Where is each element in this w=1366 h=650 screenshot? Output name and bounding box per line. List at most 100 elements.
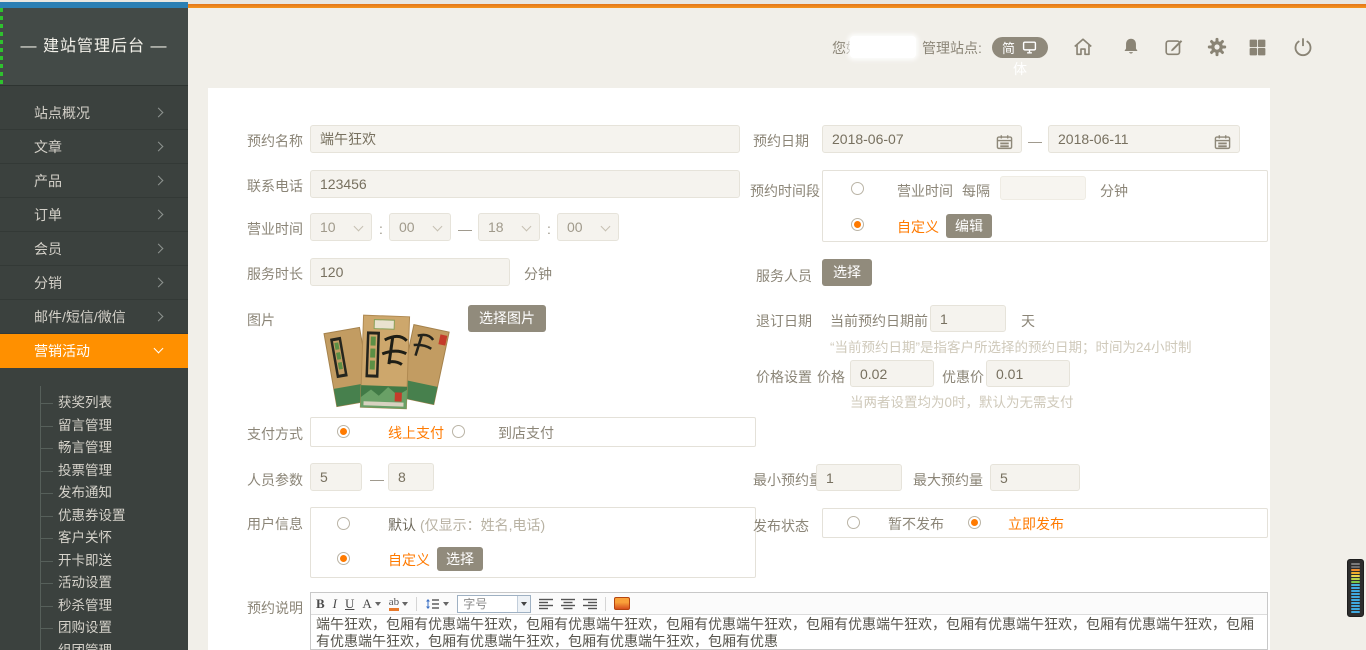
- publish-later-radio[interactable]: [847, 516, 860, 529]
- sidebar-menu-item[interactable]: 营销活动: [0, 334, 188, 368]
- insert-image-button[interactable]: [614, 597, 630, 610]
- name-input[interactable]: [310, 125, 740, 153]
- timeslot-custom-label[interactable]: 自定义: [897, 217, 939, 237]
- hours-from-hour-select[interactable]: 10: [310, 213, 372, 241]
- line-height-button[interactable]: [425, 595, 449, 613]
- publish-now-radio[interactable]: [968, 516, 981, 529]
- payment-online-label[interactable]: 线上支付: [388, 423, 444, 443]
- hours-from-minute-select[interactable]: 00: [389, 213, 451, 241]
- highlight-button[interactable]: ab: [389, 595, 408, 613]
- duration-input[interactable]: [310, 258, 510, 286]
- people-max-input[interactable]: [388, 463, 434, 491]
- sidebar-submenu-item[interactable]: 发布通知: [0, 482, 188, 505]
- bell-icon[interactable]: [1120, 36, 1142, 58]
- sidebar-submenu-item[interactable]: 团购设置: [0, 617, 188, 640]
- sidebar-menu-item-label: 订单: [34, 207, 62, 223]
- sidebar-menu-item[interactable]: 站点概况: [0, 96, 188, 130]
- sidebar-menu-item[interactable]: 文章: [0, 130, 188, 164]
- power-icon[interactable]: [1292, 36, 1314, 58]
- calendar-icon[interactable]: [996, 132, 1013, 148]
- field-label-date: 预约日期: [753, 131, 809, 151]
- booking-min-input[interactable]: [816, 464, 902, 491]
- hours-from-hour-value: 10: [320, 219, 336, 235]
- timeslot-business-label[interactable]: 营业时间: [897, 181, 953, 201]
- date-to-input[interactable]: 2018-06-11: [1048, 125, 1240, 153]
- userinfo-custom-label[interactable]: 自定义: [388, 550, 430, 570]
- apps-grid-icon[interactable]: [1247, 37, 1269, 59]
- staff-select-button[interactable]: 选择: [822, 259, 872, 286]
- sidebar-menu-item[interactable]: 会员: [0, 232, 188, 266]
- compose-icon[interactable]: [1163, 36, 1185, 58]
- sidebar-menu-item[interactable]: 分销: [0, 266, 188, 300]
- sidebar-submenu-item[interactable]: 获奖列表: [0, 392, 188, 415]
- sidebar-menu-item[interactable]: 订单: [0, 198, 188, 232]
- hours-to-minute-select[interactable]: 00: [557, 213, 619, 241]
- font-size-select[interactable]: 字号: [457, 595, 531, 613]
- volume-widget-stripe: [1351, 581, 1360, 583]
- sidebar-menu-item-label: 会员: [34, 241, 62, 257]
- hours-to-hour-select[interactable]: 18: [478, 213, 540, 241]
- monitor-icon: [1022, 41, 1037, 54]
- align-center-button[interactable]: [561, 595, 575, 613]
- field-label-name: 预约名称: [247, 131, 303, 151]
- toolbar-divider: [416, 597, 417, 611]
- timeslot-interval-input[interactable]: [1000, 176, 1086, 200]
- sidebar-submenu-item[interactable]: 留言管理: [0, 415, 188, 438]
- userinfo-select-button[interactable]: 选择: [437, 547, 483, 571]
- volume-widget-stripe: [1351, 587, 1360, 589]
- align-left-button[interactable]: [539, 595, 553, 613]
- sidebar-submenu-item-label: 优惠券设置: [58, 508, 126, 523]
- volume-widget-stripe: [1351, 572, 1360, 574]
- site-manage-label: 管理站点:: [922, 38, 982, 58]
- publish-now-label[interactable]: 立即发布: [1008, 514, 1064, 534]
- sidebar-submenu-item[interactable]: 投票管理: [0, 460, 188, 483]
- choose-image-button[interactable]: 选择图片: [468, 305, 546, 332]
- discount-label: 优惠价: [942, 367, 984, 387]
- timeslot-business-radio[interactable]: [851, 182, 864, 195]
- people-min-input[interactable]: [310, 463, 362, 491]
- payment-online-radio[interactable]: [337, 425, 350, 438]
- publish-later-label[interactable]: 暂不发布: [888, 514, 944, 534]
- sidebar-menu-item[interactable]: 邮件/短信/微信: [0, 300, 188, 334]
- timeslot-custom-radio[interactable]: [851, 218, 864, 231]
- volume-widget-stripe: [1351, 611, 1360, 613]
- calendar-icon[interactable]: [1214, 132, 1231, 148]
- sidebar-submenu-item[interactable]: 秒杀管理: [0, 595, 188, 618]
- booking-max-input[interactable]: [990, 464, 1080, 491]
- sidebar-submenu-item[interactable]: 畅言管理: [0, 437, 188, 460]
- font-color-button[interactable]: A: [362, 595, 380, 613]
- volume-widget[interactable]: [1347, 559, 1364, 617]
- settings-gear-icon[interactable]: [1206, 36, 1228, 58]
- volume-widget-stripe: [1351, 563, 1360, 565]
- userinfo-custom-radio[interactable]: [337, 552, 350, 565]
- phone-input[interactable]: [310, 170, 740, 198]
- sidebar-submenu-item[interactable]: 优惠券设置: [0, 505, 188, 528]
- product-image-thumbnail: [316, 306, 456, 413]
- volume-widget-stripe: [1351, 599, 1360, 601]
- userinfo-default-label[interactable]: 默认: [388, 515, 416, 535]
- discount-price-input[interactable]: [986, 360, 1070, 387]
- editor-content[interactable]: 端午狂欢，包厢有优惠端午狂欢，包厢有优惠端午狂欢，包厢有优惠端午狂欢，包厢有优惠…: [311, 615, 1267, 650]
- userinfo-default-radio[interactable]: [337, 517, 350, 530]
- sidebar-submenu-item[interactable]: 活动设置: [0, 572, 188, 595]
- timeslot-edit-button[interactable]: 编辑: [946, 214, 992, 238]
- sidebar-submenu-item[interactable]: 组团管理: [0, 640, 188, 650]
- date-from-input[interactable]: 2018-06-07: [822, 125, 1022, 153]
- sidebar-submenu-item[interactable]: 开卡即送: [0, 550, 188, 573]
- sidebar-menu-item[interactable]: 产品: [0, 164, 188, 198]
- align-right-button[interactable]: [583, 595, 597, 613]
- font-size-dropdown-button[interactable]: [517, 596, 530, 612]
- hours-colon: :: [379, 219, 383, 239]
- underline-button[interactable]: U: [345, 595, 354, 613]
- bold-button[interactable]: B: [316, 595, 325, 613]
- italic-button[interactable]: I: [333, 595, 337, 613]
- price-input[interactable]: [850, 360, 934, 387]
- sidebar-submenu-item[interactable]: 客户关怀: [0, 527, 188, 550]
- caret-down-icon: [402, 602, 408, 606]
- cancel-days-input[interactable]: [930, 305, 1006, 332]
- sidebar-submenu-item-label: 开卡即送: [58, 553, 112, 568]
- language-switch[interactable]: 简: [992, 37, 1048, 58]
- payment-instore-label[interactable]: 到店支付: [498, 423, 554, 443]
- home-icon[interactable]: [1072, 36, 1094, 58]
- payment-instore-radio[interactable]: [452, 425, 465, 438]
